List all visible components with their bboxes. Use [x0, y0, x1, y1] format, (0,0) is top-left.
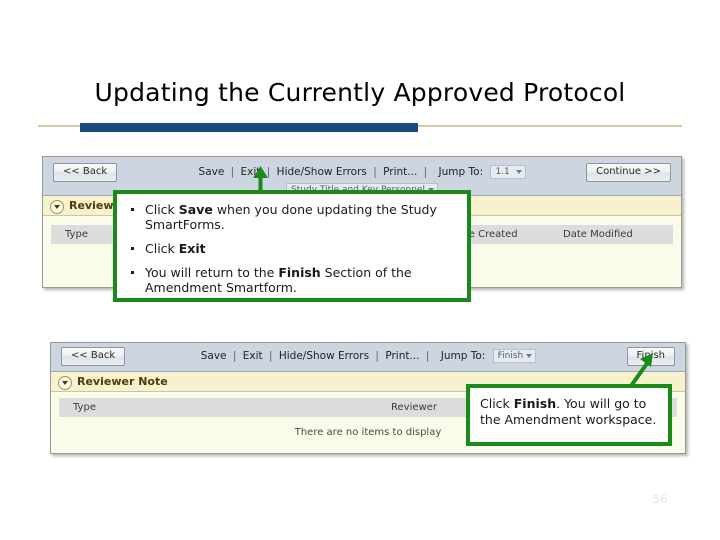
bullet-text-bold: Save	[178, 202, 213, 217]
toolbar-separator: |	[423, 166, 428, 178]
toolbar-separator: |	[268, 350, 273, 362]
column-header-reviewer: Reviewer	[391, 402, 437, 413]
toolbar-separator: |	[425, 350, 430, 362]
callout-bullet: Click Save when you done updating the St…	[127, 202, 457, 232]
jump-to-value-top: 1.1	[495, 167, 510, 177]
page-title: Updating the Currently Approved Protocol	[94, 78, 626, 107]
page-number: 56	[652, 492, 668, 506]
bullet-marker	[131, 208, 134, 211]
callout-bottom-text: Click Finish. You will go to the Amendme…	[480, 396, 668, 428]
chevron-down-icon	[516, 170, 523, 174]
callout-box-bottom: Click Finish. You will go to the Amendme…	[466, 384, 672, 446]
bullet-text-bold: Exit	[178, 241, 206, 256]
bullet-marker	[131, 271, 134, 274]
column-header-type: Type	[65, 229, 88, 240]
continue-button-top[interactable]: Continue >>	[586, 163, 671, 182]
save-link-bottom[interactable]: Save	[201, 350, 227, 362]
toolbar-separator: |	[232, 350, 237, 362]
callout-bullet: You will return to the Finish Section of…	[127, 265, 457, 295]
section-header-label-bottom: Reviewer Note	[77, 375, 168, 388]
title-divider	[38, 122, 682, 134]
smartform-toolbar-bottom: << Back Save | Exit | Hide/Show Errors |…	[51, 343, 685, 372]
jump-to-select-bottom[interactable]: Finish	[492, 349, 537, 363]
toolbar-separator: |	[373, 166, 377, 178]
hide-show-errors-link-bottom[interactable]: Hide/Show Errors	[279, 350, 369, 362]
bullet-text-pre: Click	[145, 202, 179, 217]
bullet-text-pre: Click	[145, 241, 179, 256]
callout-bullet: Click Exit	[127, 241, 457, 256]
jump-to-label-top: Jump To:	[438, 166, 484, 178]
callout-text-pre: Click	[480, 396, 514, 411]
hide-show-errors-link-top[interactable]: Hide/Show Errors	[277, 166, 367, 178]
callout-arrow-to-finish	[629, 353, 653, 388]
exit-link-bottom[interactable]: Exit	[243, 350, 263, 362]
chevron-down-icon[interactable]	[58, 376, 72, 390]
column-header-type: Type	[73, 402, 96, 413]
column-header-date-modified: Date Modified	[563, 229, 633, 240]
jump-to-select-top[interactable]: 1.1	[490, 165, 527, 179]
print-link-bottom[interactable]: Print...	[385, 350, 419, 362]
chevron-down-icon[interactable]	[50, 200, 64, 214]
toolbar-links-bottom: Save | Exit | Hide/Show Errors | Print..…	[51, 349, 685, 363]
bullet-text-bold: Finish	[278, 265, 321, 280]
print-link-top[interactable]: Print...	[383, 166, 417, 178]
callout-text-bold: Finish	[513, 396, 557, 411]
jump-to-value-bottom: Finish	[497, 351, 524, 361]
jump-to-label-bottom: Jump To:	[440, 350, 486, 362]
bullet-text-pre: You will return to the	[145, 265, 279, 280]
toolbar-separator: |	[375, 350, 379, 362]
callout-box-top: Click Save when you done updating the St…	[113, 190, 471, 302]
title-divider-navy-bar	[80, 123, 418, 132]
chevron-down-icon	[526, 354, 533, 358]
toolbar-separator: |	[230, 166, 235, 178]
save-link-top[interactable]: Save	[199, 166, 225, 178]
bullet-marker	[131, 247, 134, 250]
